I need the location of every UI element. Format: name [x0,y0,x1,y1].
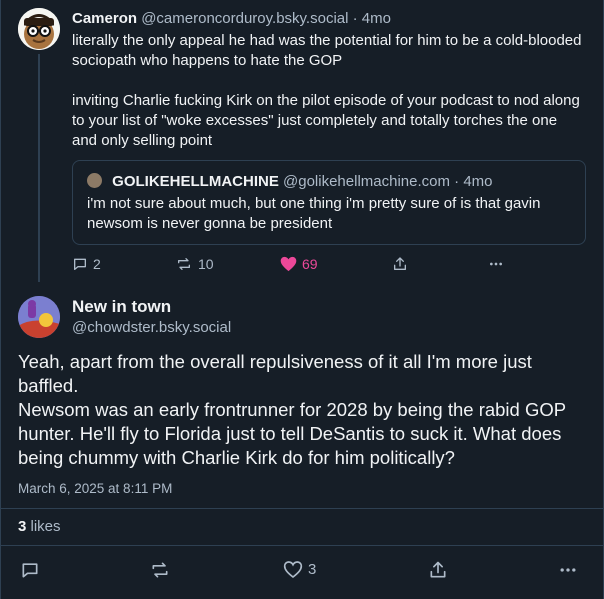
more-icon [487,256,505,272]
reply-count: 2 [93,256,101,272]
divider [0,508,604,509]
share-icon [392,256,408,272]
repost-count: 10 [198,256,214,272]
author-name[interactable]: New in town [72,296,171,318]
heart-icon [283,560,303,579]
repost-button[interactable] [150,560,170,580]
reply-header: Cameron @cameroncorduroy.bsky.social · 4… [72,9,391,29]
quote-author-handle: @golikehellmachine.com [283,173,450,190]
heart-icon [280,256,297,272]
separator: · [454,173,460,190]
reply-text: literally the only appeal he had was the… [72,31,582,171]
repost-button[interactable]: 10 [175,256,214,272]
post-timestamp[interactable]: March 6, 2025 at 8:11 PM [18,480,172,498]
quote-header: GOLIKEHELLMACHINE @golikehellmachine.com… [87,172,493,192]
reply-icon [20,560,40,580]
reply-button[interactable] [20,560,40,580]
share-button[interactable] [428,560,448,580]
quoted-post[interactable]: GOLIKEHELLMACHINE @golikehellmachine.com… [72,160,586,245]
divider [0,545,604,546]
share-button[interactable] [392,256,408,272]
repost-icon [175,256,193,272]
post-text-content: Yeah, apart from the overall repulsivene… [18,351,566,468]
repost-icon [150,560,170,580]
reply-icon [72,256,88,272]
quote-time: 4mo [463,173,493,190]
reply-paragraph: inviting Charlie fucking Kirk on the pil… [72,92,580,149]
separator: · [352,10,358,27]
post-time[interactable]: 4mo [362,10,391,27]
reply-button[interactable]: 2 [72,256,101,272]
like-button[interactable]: 69 [280,256,318,272]
more-icon [558,560,578,580]
likes-label: likes [30,518,61,535]
reply-paragraph: literally the only appeal he had was the… [72,32,582,69]
quote-text: i'm not sure about much, but one thing i… [87,195,541,232]
like-count: 69 [302,256,318,272]
avatar[interactable] [18,8,60,50]
author-name[interactable]: Cameron [72,10,137,27]
post-text: Yeah, apart from the overall repulsivene… [18,350,593,470]
author-handle[interactable]: @cameroncorduroy.bsky.social [141,10,348,27]
post-actions: 3 [0,560,604,584]
more-button[interactable] [558,560,578,580]
like-button[interactable]: 3 [283,560,316,579]
more-button[interactable] [487,256,505,272]
likes-count: 3 [18,518,27,535]
reply-actions: 2 10 69 [72,256,512,276]
thread-line [38,54,40,282]
like-count: 3 [308,561,317,578]
author-handle[interactable]: @chowdster.bsky.social [72,318,231,338]
likes-summary[interactable]: 3 likes [18,517,61,537]
share-icon [428,560,448,580]
quote-avatar [87,173,102,188]
avatar[interactable] [18,296,60,338]
quote-author-name: GOLIKEHELLMACHINE [112,173,279,190]
